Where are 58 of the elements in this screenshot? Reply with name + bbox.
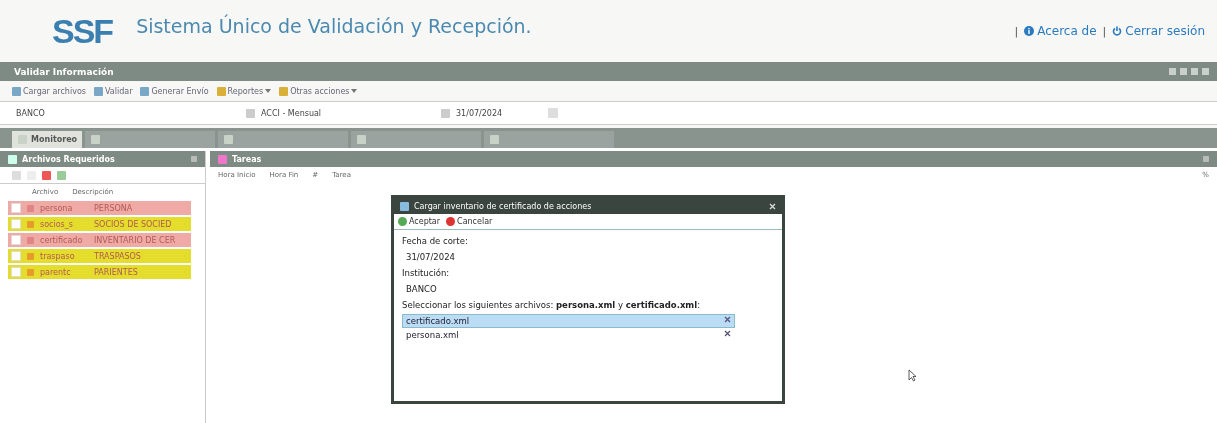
caret-icon xyxy=(265,89,272,93)
file-row[interactable]: traspaso TRASPASOS xyxy=(8,249,191,263)
toolbar-button[interactable]: Cargar archivos xyxy=(12,86,86,96)
header-link[interactable]: Cerrar sesión xyxy=(1112,24,1205,38)
info-icon xyxy=(1024,26,1035,36)
file-description: SOCIOS DE SOCIED xyxy=(94,219,173,229)
app-bar-title: Validar Información xyxy=(14,66,114,77)
toolbar-button[interactable]: Validar xyxy=(93,86,133,96)
checkbox[interactable] xyxy=(11,251,21,261)
checkbox[interactable] xyxy=(11,267,21,277)
file-option[interactable]: persona.xml xyxy=(402,328,735,342)
close-icon[interactable] xyxy=(769,202,776,210)
report-value[interactable]: ACCI - Mensual xyxy=(261,108,322,118)
tab[interactable] xyxy=(351,131,481,148)
cancel-button[interactable]: Cancelar xyxy=(446,217,493,226)
remove-icon[interactable] xyxy=(724,330,731,337)
power-icon xyxy=(1112,26,1123,36)
separator: | xyxy=(1014,24,1019,38)
file-name: certificado xyxy=(40,235,84,245)
file-row[interactable]: socios_s SOCIOS DE SOCIED xyxy=(8,217,191,231)
field-label: Seleccionar los siguientes archivos: persona.xml y certificado.xml: xyxy=(402,300,701,310)
field-label: Institución: xyxy=(402,268,451,278)
file-name: traspaso xyxy=(40,251,76,261)
file-description: INVENTARIO DE CER xyxy=(94,235,174,245)
panel-title: Tareas xyxy=(232,154,263,164)
date-value[interactable]: 31/07/2024 xyxy=(456,108,503,118)
file-description: PARIENTES xyxy=(94,267,139,277)
separator: | xyxy=(1102,24,1107,38)
file-option[interactable]: certificado.xml xyxy=(402,314,735,328)
tab[interactable] xyxy=(218,131,348,148)
file-description: PERSONA xyxy=(94,203,134,213)
logo: SSF xyxy=(52,11,113,51)
cursor-icon xyxy=(908,369,917,382)
field-label: Fecha de corte: xyxy=(402,236,469,246)
toolbar-button[interactable]: Otras acciones xyxy=(279,86,358,96)
checkbox[interactable] xyxy=(11,235,21,245)
caret-icon xyxy=(351,89,358,93)
file-name: persona xyxy=(40,203,74,213)
tab[interactable] xyxy=(484,131,614,148)
institution-field[interactable]: BANCO xyxy=(402,282,770,296)
dialog-title: Cargar inventario de certificado de acciones xyxy=(414,201,593,211)
checkbox[interactable] xyxy=(11,203,21,213)
checkbox[interactable] xyxy=(11,219,21,229)
header-link[interactable]: Acerca de xyxy=(1024,24,1097,38)
toolbar-button[interactable]: Generar Envío xyxy=(140,86,209,96)
tab[interactable] xyxy=(85,131,215,148)
panel-title: Archivos Requeridos xyxy=(22,154,116,164)
file-name: parentc xyxy=(40,267,72,277)
institution-value[interactable]: BANCO xyxy=(16,108,45,118)
remove-icon[interactable] xyxy=(724,316,731,323)
file-row[interactable]: parentc PARIENTES xyxy=(8,265,191,279)
date-field[interactable]: 31/07/2024 xyxy=(402,250,510,264)
file-description: TRASPASOS xyxy=(94,251,142,261)
accept-button[interactable]: Aceptar xyxy=(398,217,441,226)
app-title: Sistema Único de Validación y Recepción. xyxy=(136,15,533,37)
tab[interactable]: Monitoreo xyxy=(12,131,82,148)
toolbar-button[interactable]: Reportes xyxy=(216,86,272,96)
file-name: socios_s xyxy=(40,219,74,229)
